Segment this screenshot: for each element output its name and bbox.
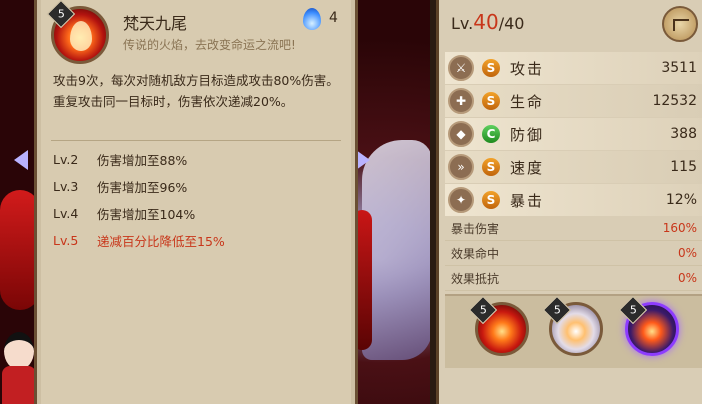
chibi-head	[4, 332, 34, 370]
stat-grade: S	[482, 59, 500, 77]
health-icon: ✚	[448, 88, 474, 114]
sub-stat-value: 160%	[662, 221, 697, 235]
soul-badge-text: 5	[479, 303, 487, 316]
attribute-panel: Lv.40/40 ⚔ S 攻击 3511 ✚ S 生命 12532 ◆ C 防御	[430, 0, 702, 404]
speed-icon: »	[448, 154, 474, 180]
soul-slots: 5 5 5	[445, 294, 702, 368]
skill-detail-inner: 5 梵天九尾 传说的火焰，去改变命运之流吧! 4 攻击9次，每次对随机敌方目标造…	[41, 0, 351, 404]
skill-level-list: Lv.2 伤害增加至88% Lv.3 伤害增加至96% Lv.4 伤害增加至10…	[53, 146, 353, 254]
level-text: 伤害增加至96%	[97, 180, 188, 195]
stat-value: 12%	[665, 192, 697, 208]
soul-badge-text: 5	[553, 303, 561, 316]
stat-grade: S	[482, 92, 500, 110]
stat-name: 攻击	[510, 59, 545, 78]
skill-level-badge-text: 5	[57, 7, 65, 20]
skill-desc-line-1: 攻击9次，每次对随机敌方目标造成攻击80%伤害。	[53, 73, 339, 88]
skill-cost: 4	[329, 10, 338, 26]
stat-name: 暴击	[510, 191, 545, 210]
skill-level-row: Lv.3 伤害增加至96%	[53, 173, 353, 200]
skill-subtitle: 传说的火焰，去改变命运之流吧!	[123, 38, 296, 52]
stat-row-defense: ◆ C 防御 388	[445, 118, 702, 150]
stat-row-crit: ✦ S 暴击 12%	[445, 184, 702, 216]
stat-row-attack: ⚔ S 攻击 3511	[445, 52, 702, 84]
stat-grade: C	[482, 125, 500, 143]
next-arrow-icon[interactable]	[356, 150, 370, 170]
prev-arrow-icon[interactable]	[14, 150, 28, 170]
level-tag: Lv.5	[53, 233, 79, 248]
share-button[interactable]	[662, 6, 698, 42]
skill-desc-line-2: 重复攻击同一目标时，伤害依次递减20%。	[53, 94, 294, 109]
chibi-robe	[2, 366, 36, 404]
white-fox-figure	[362, 140, 432, 360]
stat-value: 388	[670, 126, 697, 142]
soul-badge-text: 5	[629, 303, 637, 316]
skill-description: 攻击9次，每次对随机敌方目标造成攻击80%伤害。 重复攻击同一目标时，伤害依次递…	[53, 72, 353, 111]
sub-stat-name: 暴击伤害	[451, 221, 500, 236]
stat-value: 115	[670, 159, 697, 175]
sub-stat-row: 效果抵抗 0%	[445, 266, 702, 291]
stat-name: 防御	[510, 125, 545, 144]
level-text: 伤害增加至104%	[97, 207, 196, 222]
skill-level-row: Lv.4 伤害增加至104%	[53, 200, 353, 227]
level-prefix: Lv.	[451, 14, 474, 33]
stat-row-speed: » S 速度 115	[445, 151, 702, 183]
stat-name: 生命	[510, 92, 545, 111]
level-tag: Lv.3	[53, 179, 79, 194]
stat-grade: S	[482, 191, 500, 209]
level-display: Lv.40/40	[451, 10, 524, 34]
stat-row-health: ✚ S 生命 12532	[445, 85, 702, 117]
defense-icon: ◆	[448, 121, 474, 147]
level-tag: Lv.4	[53, 206, 79, 221]
attribute-panel-inner: Lv.40/40 ⚔ S 攻击 3511 ✚ S 生命 12532 ◆ C 防御	[436, 0, 702, 404]
skill-name: 梵天九尾	[123, 14, 188, 33]
stat-value: 3511	[661, 60, 697, 76]
skill-level-row-highlight: Lv.5 递减百分比降低至15%	[53, 227, 353, 254]
sub-stat-list: 暴击伤害 160% 效果命中 0% 效果抵抗 0%	[445, 216, 702, 291]
stat-value: 12532	[652, 93, 697, 109]
stat-list: ⚔ S 攻击 3511 ✚ S 生命 12532 ◆ C 防御 388 » S …	[445, 52, 702, 217]
attack-icon: ⚔	[448, 55, 474, 81]
level-tag: Lv.2	[53, 152, 79, 167]
sub-stat-name: 效果命中	[451, 246, 500, 261]
share-icon	[673, 19, 689, 31]
sub-stat-name: 效果抵抗	[451, 271, 500, 286]
skill-level-row: Lv.2 伤害增加至88%	[53, 146, 353, 173]
stat-grade: S	[482, 158, 500, 176]
onibi-fire-icon	[303, 8, 321, 30]
level-text: 伤害增加至88%	[97, 153, 188, 168]
stat-name: 速度	[510, 158, 545, 177]
sub-stat-row: 暴击伤害 160%	[445, 216, 702, 241]
sub-stat-value: 0%	[677, 246, 697, 260]
level-max: /40	[498, 14, 525, 33]
flame-icon	[70, 21, 92, 51]
crit-icon: ✦	[448, 187, 474, 213]
skill-detail-panel: 5 梵天九尾 传说的火焰，去改变命运之流吧! 4 攻击9次，每次对随机敌方目标造…	[34, 0, 358, 404]
level-text: 递减百分比降低至15%	[97, 234, 225, 249]
sub-stat-row: 效果命中 0%	[445, 241, 702, 266]
level-current: 40	[473, 10, 499, 34]
divider	[51, 140, 341, 141]
sub-stat-value: 0%	[677, 271, 697, 285]
